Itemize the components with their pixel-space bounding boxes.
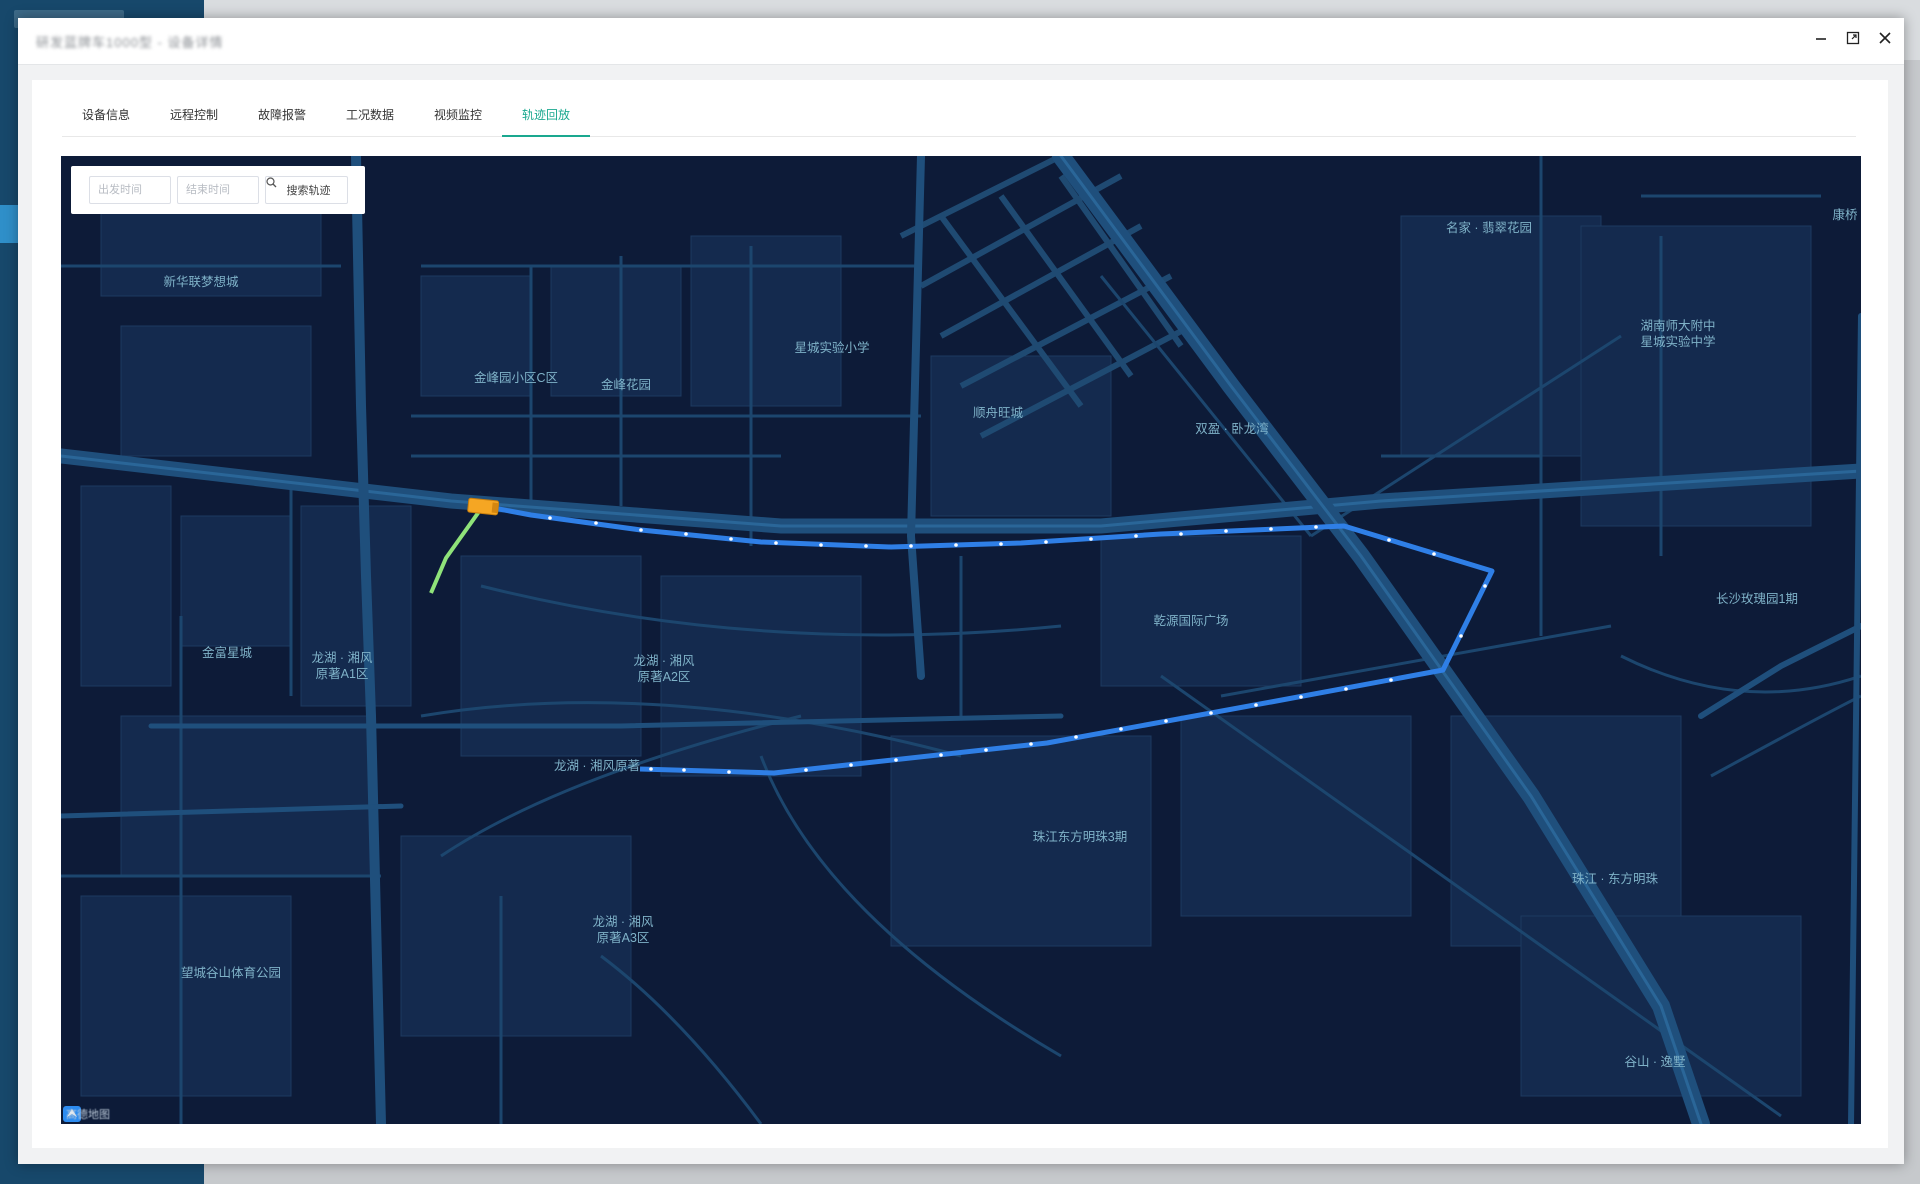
end-time-input[interactable] [177, 176, 259, 204]
map-provider-logo: 高德地图 [63, 1106, 110, 1122]
tab-operating-data[interactable]: 工况数据 [326, 94, 414, 136]
map-buildings [80, 205, 1812, 1097]
tab-fault-alarm[interactable]: 故障报警 [238, 94, 326, 136]
tab-device-info[interactable]: 设备信息 [62, 94, 150, 136]
search-track-label: 搜索轨迹 [286, 185, 331, 197]
start-time-input[interactable] [89, 176, 171, 204]
sidebar-active-marker [0, 205, 18, 243]
window-controls [1812, 29, 1894, 47]
tab-track-playback[interactable]: 轨迹回放 [502, 94, 590, 137]
dialog-body: 设备信息 远程控制 故障报警 工况数据 视频监控 轨迹回放 新华联梦想城 金峰园… [32, 80, 1888, 1148]
maximize-icon[interactable] [1844, 29, 1862, 47]
track-map[interactable]: 新华联梦想城 金峰园小区C区 金峰花园 星城实验小学 顺舟旺城 双盈 · 卧龙湾… [61, 156, 1861, 1124]
tab-remote-control[interactable]: 远程控制 [150, 94, 238, 136]
dialog-title: 研发蓝牌车1000型 - 设备详情 [36, 35, 224, 50]
map-canvas [61, 156, 1861, 1124]
search-track-button[interactable]: 搜索轨迹 [265, 176, 348, 204]
detail-tabs: 设备信息 远程控制 故障报警 工况数据 视频监控 轨迹回放 [62, 94, 1856, 137]
device-detail-dialog: 研发蓝牌车1000型 - 设备详情 设备信息 远程控制 故障报警 工况数据 视频… [18, 18, 1904, 1164]
map-provider-label: 高德地图 [66, 1109, 110, 1121]
vehicle-marker-icon[interactable] [467, 497, 500, 516]
track-search-panel: 搜索轨迹 [71, 166, 365, 214]
close-icon[interactable] [1876, 29, 1894, 47]
tab-video-monitor[interactable]: 视频监控 [414, 94, 502, 136]
minimize-icon[interactable] [1812, 29, 1830, 47]
dialog-header: 研发蓝牌车1000型 - 设备详情 [18, 18, 1904, 65]
